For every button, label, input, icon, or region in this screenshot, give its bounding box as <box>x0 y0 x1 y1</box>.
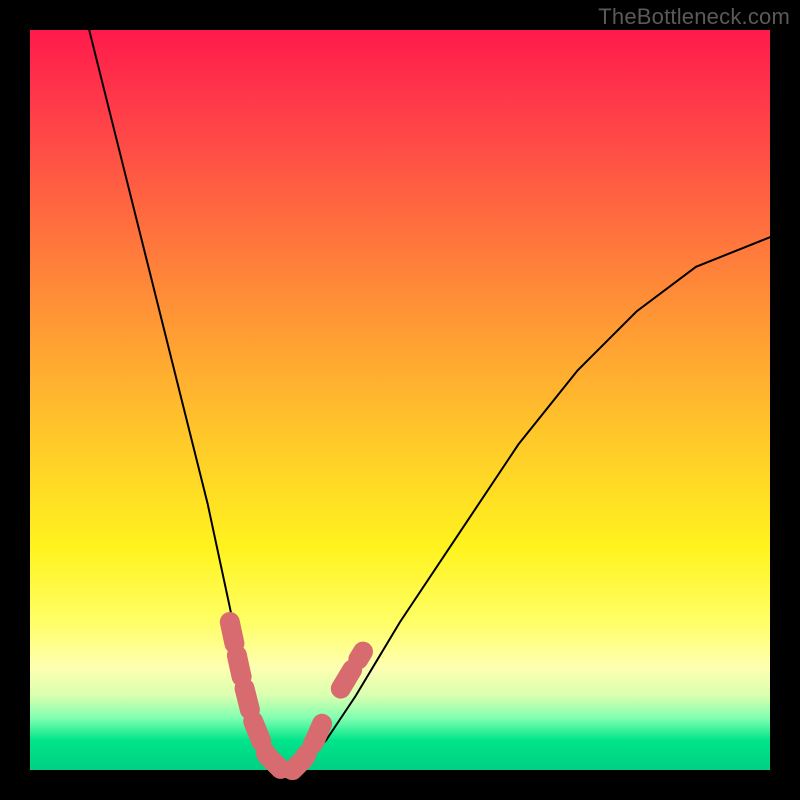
watermark-text: TheBottleneck.com <box>598 4 790 30</box>
bottleneck-curve <box>89 30 770 770</box>
highlight-segment <box>230 622 326 770</box>
curve-svg <box>30 30 770 770</box>
curve-highlight <box>230 622 363 770</box>
highlight-segment <box>341 652 363 689</box>
chart-frame: TheBottleneck.com <box>0 0 800 800</box>
plot-area <box>30 30 770 770</box>
